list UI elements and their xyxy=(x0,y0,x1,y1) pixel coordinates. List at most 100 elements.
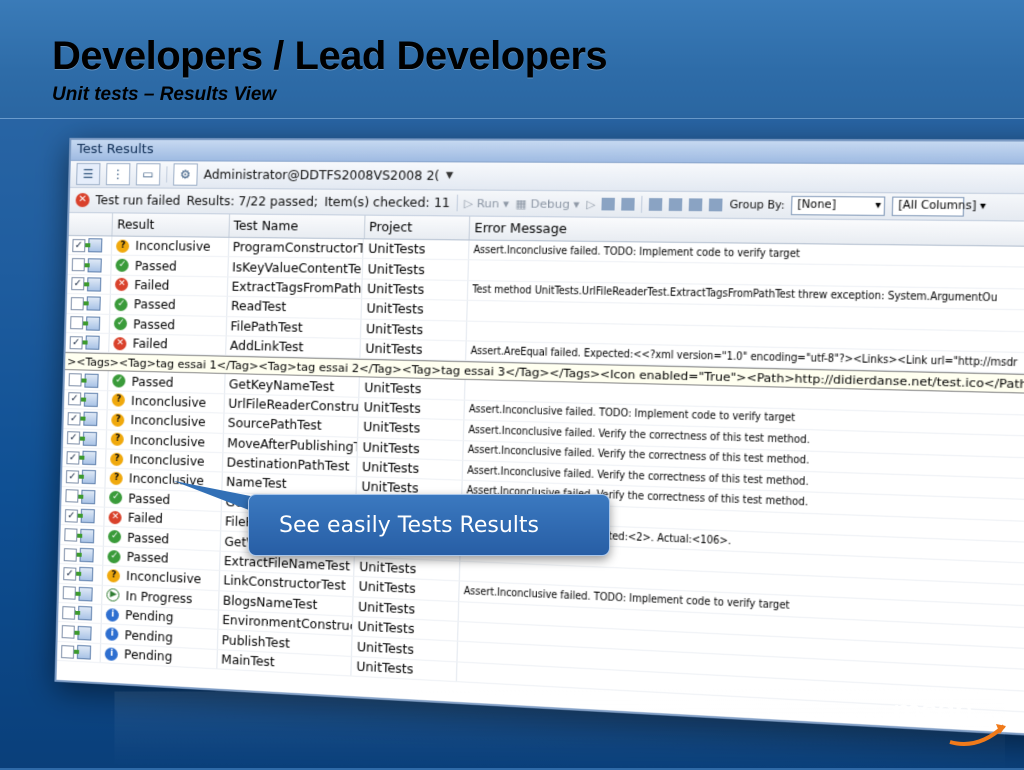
test-document-icon xyxy=(85,335,100,350)
test-document-icon xyxy=(81,470,96,485)
window-titlebar: Test Results ▾ ▫ ✕ xyxy=(70,139,1024,165)
test-document-icon xyxy=(86,296,101,312)
row-checkbox[interactable] xyxy=(61,644,75,659)
callout-box: See easily Tests Results xyxy=(248,494,610,556)
result-text: Inconclusive xyxy=(135,238,211,255)
test-name-cell: IsKeyValueContentTest xyxy=(227,257,364,279)
result-text: Pending xyxy=(125,608,174,625)
columns-select[interactable]: [All Columns] ▾ xyxy=(892,196,986,217)
project-cell: UnitTests xyxy=(363,259,469,280)
window-icon[interactable]: ▭ xyxy=(135,163,161,186)
result-text: Inconclusive xyxy=(129,432,206,450)
header-project[interactable]: Project xyxy=(364,215,471,240)
row-checkbox[interactable] xyxy=(61,625,75,639)
copy-icon[interactable] xyxy=(649,198,663,211)
debug-button[interactable]: ▦ Debug ▾ xyxy=(515,197,579,211)
list-view-icon[interactable]: ☰ xyxy=(76,162,101,186)
msdn-swoosh-icon xyxy=(949,724,1006,746)
row-checkbox[interactable] xyxy=(70,296,84,311)
group-by-value: [None] xyxy=(797,199,837,212)
passed-status-icon: ✓ xyxy=(114,297,129,312)
result-cell: ✓ Passed xyxy=(108,371,226,394)
pending-status-icon: i xyxy=(106,607,120,622)
rows-group-a: ✓? Inconclusive ProgramConstructorTes UnitT… xyxy=(65,236,1024,376)
publish-icon[interactable] xyxy=(709,198,723,212)
passed-status-icon: ✓ xyxy=(114,317,128,331)
result-text: Passed xyxy=(128,491,171,507)
failed-status-icon: ✕ xyxy=(108,510,123,525)
test-document-icon xyxy=(82,431,98,446)
group-by-select[interactable]: [None] ▾ xyxy=(791,195,886,216)
row-checkbox[interactable]: ✓ xyxy=(67,411,81,426)
row-checkbox[interactable]: ✓ xyxy=(72,238,86,252)
row-checkbox[interactable]: ✓ xyxy=(69,335,83,350)
row-checkbox-cell xyxy=(57,622,102,643)
row-checkbox[interactable] xyxy=(64,528,78,542)
row-checkbox[interactable] xyxy=(63,547,77,562)
row-checkbox[interactable]: ✓ xyxy=(63,567,77,581)
row-checkbox-cell xyxy=(67,255,113,275)
row-checkbox[interactable]: ✓ xyxy=(65,470,80,484)
header-checkbox-col[interactable] xyxy=(68,212,114,236)
row-checkbox[interactable]: ✓ xyxy=(66,450,80,465)
result-text: Failed xyxy=(132,336,168,352)
row-checkbox-cell: ✓ xyxy=(65,333,111,353)
toolbar-separator xyxy=(166,166,168,183)
row-checkbox[interactable]: ✓ xyxy=(71,277,85,291)
result-text: Pending xyxy=(124,627,174,645)
pause-icon[interactable] xyxy=(601,197,616,211)
row-checkbox-cell: ✓ xyxy=(62,428,108,449)
result-text: Failed xyxy=(134,278,170,293)
test-document-icon xyxy=(82,450,97,466)
export-icon[interactable] xyxy=(669,198,683,212)
row-checkbox[interactable]: ✓ xyxy=(66,431,81,445)
step-icon[interactable]: ▷ xyxy=(586,197,596,211)
import-icon[interactable] xyxy=(689,198,703,212)
row-checkbox[interactable] xyxy=(70,316,84,330)
header-result[interactable]: Result xyxy=(112,213,230,237)
row-checkbox[interactable] xyxy=(62,586,76,601)
test-document-icon xyxy=(83,411,98,427)
header-test-name[interactable]: Test Name xyxy=(229,214,366,239)
passed-status-icon: ✓ xyxy=(112,374,126,388)
passed-status-icon: ✓ xyxy=(108,530,122,544)
project-cell: UnitTests xyxy=(359,377,466,400)
test-results-window-frame: Test Results ▾ ▫ ✕ ☰ ⋮ ▭ ⚙ Administrator… xyxy=(54,137,1024,739)
test-name-cell: AddLinkTest xyxy=(225,336,362,359)
row-checkbox[interactable]: ✓ xyxy=(64,508,79,523)
test-document-icon xyxy=(77,625,92,641)
separator xyxy=(456,194,458,212)
row-checkbox-cell xyxy=(57,641,102,663)
test-document-icon xyxy=(85,316,101,331)
row-checkbox-cell xyxy=(58,602,103,624)
row-checkbox[interactable] xyxy=(62,605,76,620)
progress-status-icon: ▶ xyxy=(106,588,120,603)
row-checkbox[interactable]: ✓ xyxy=(67,392,82,406)
user-dropdown-icon[interactable]: ▼ xyxy=(446,171,454,181)
row-checkbox[interactable] xyxy=(68,373,82,387)
stop-icon[interactable] xyxy=(621,197,636,211)
row-checkbox-cell: ✓ xyxy=(63,389,109,410)
test-document-icon xyxy=(76,644,92,660)
run-config-icon[interactable]: ⚙ xyxy=(173,163,198,186)
run-button[interactable]: ▷ Run ▾ xyxy=(464,196,510,210)
row-checkbox[interactable] xyxy=(65,489,79,504)
test-document-icon xyxy=(79,547,94,563)
passed-status-icon: ✓ xyxy=(115,258,130,273)
test-document-icon xyxy=(83,392,99,407)
row-checkbox-cell: ✓ xyxy=(60,506,106,527)
tree-view-icon[interactable]: ⋮ xyxy=(105,163,131,186)
row-checkbox-cell xyxy=(59,544,105,566)
row-checkbox-cell: ✓ xyxy=(63,409,108,429)
inconclusive-status-icon: ? xyxy=(112,393,126,408)
row-checkbox-cell: ✓ xyxy=(68,236,113,255)
project-cell: UnitTests xyxy=(360,339,467,361)
project-cell: UnitTests xyxy=(361,319,468,341)
run-user[interactable]: Administrator@DDTFS2008VS2008 2( xyxy=(204,168,440,184)
result-cell: ? Inconclusive xyxy=(106,429,224,453)
row-checkbox[interactable] xyxy=(71,258,85,272)
window-title: Test Results xyxy=(76,141,154,158)
project-cell: UnitTests xyxy=(363,239,470,260)
row-checkbox-cell xyxy=(66,313,111,333)
pending-status-icon: i xyxy=(105,627,119,642)
